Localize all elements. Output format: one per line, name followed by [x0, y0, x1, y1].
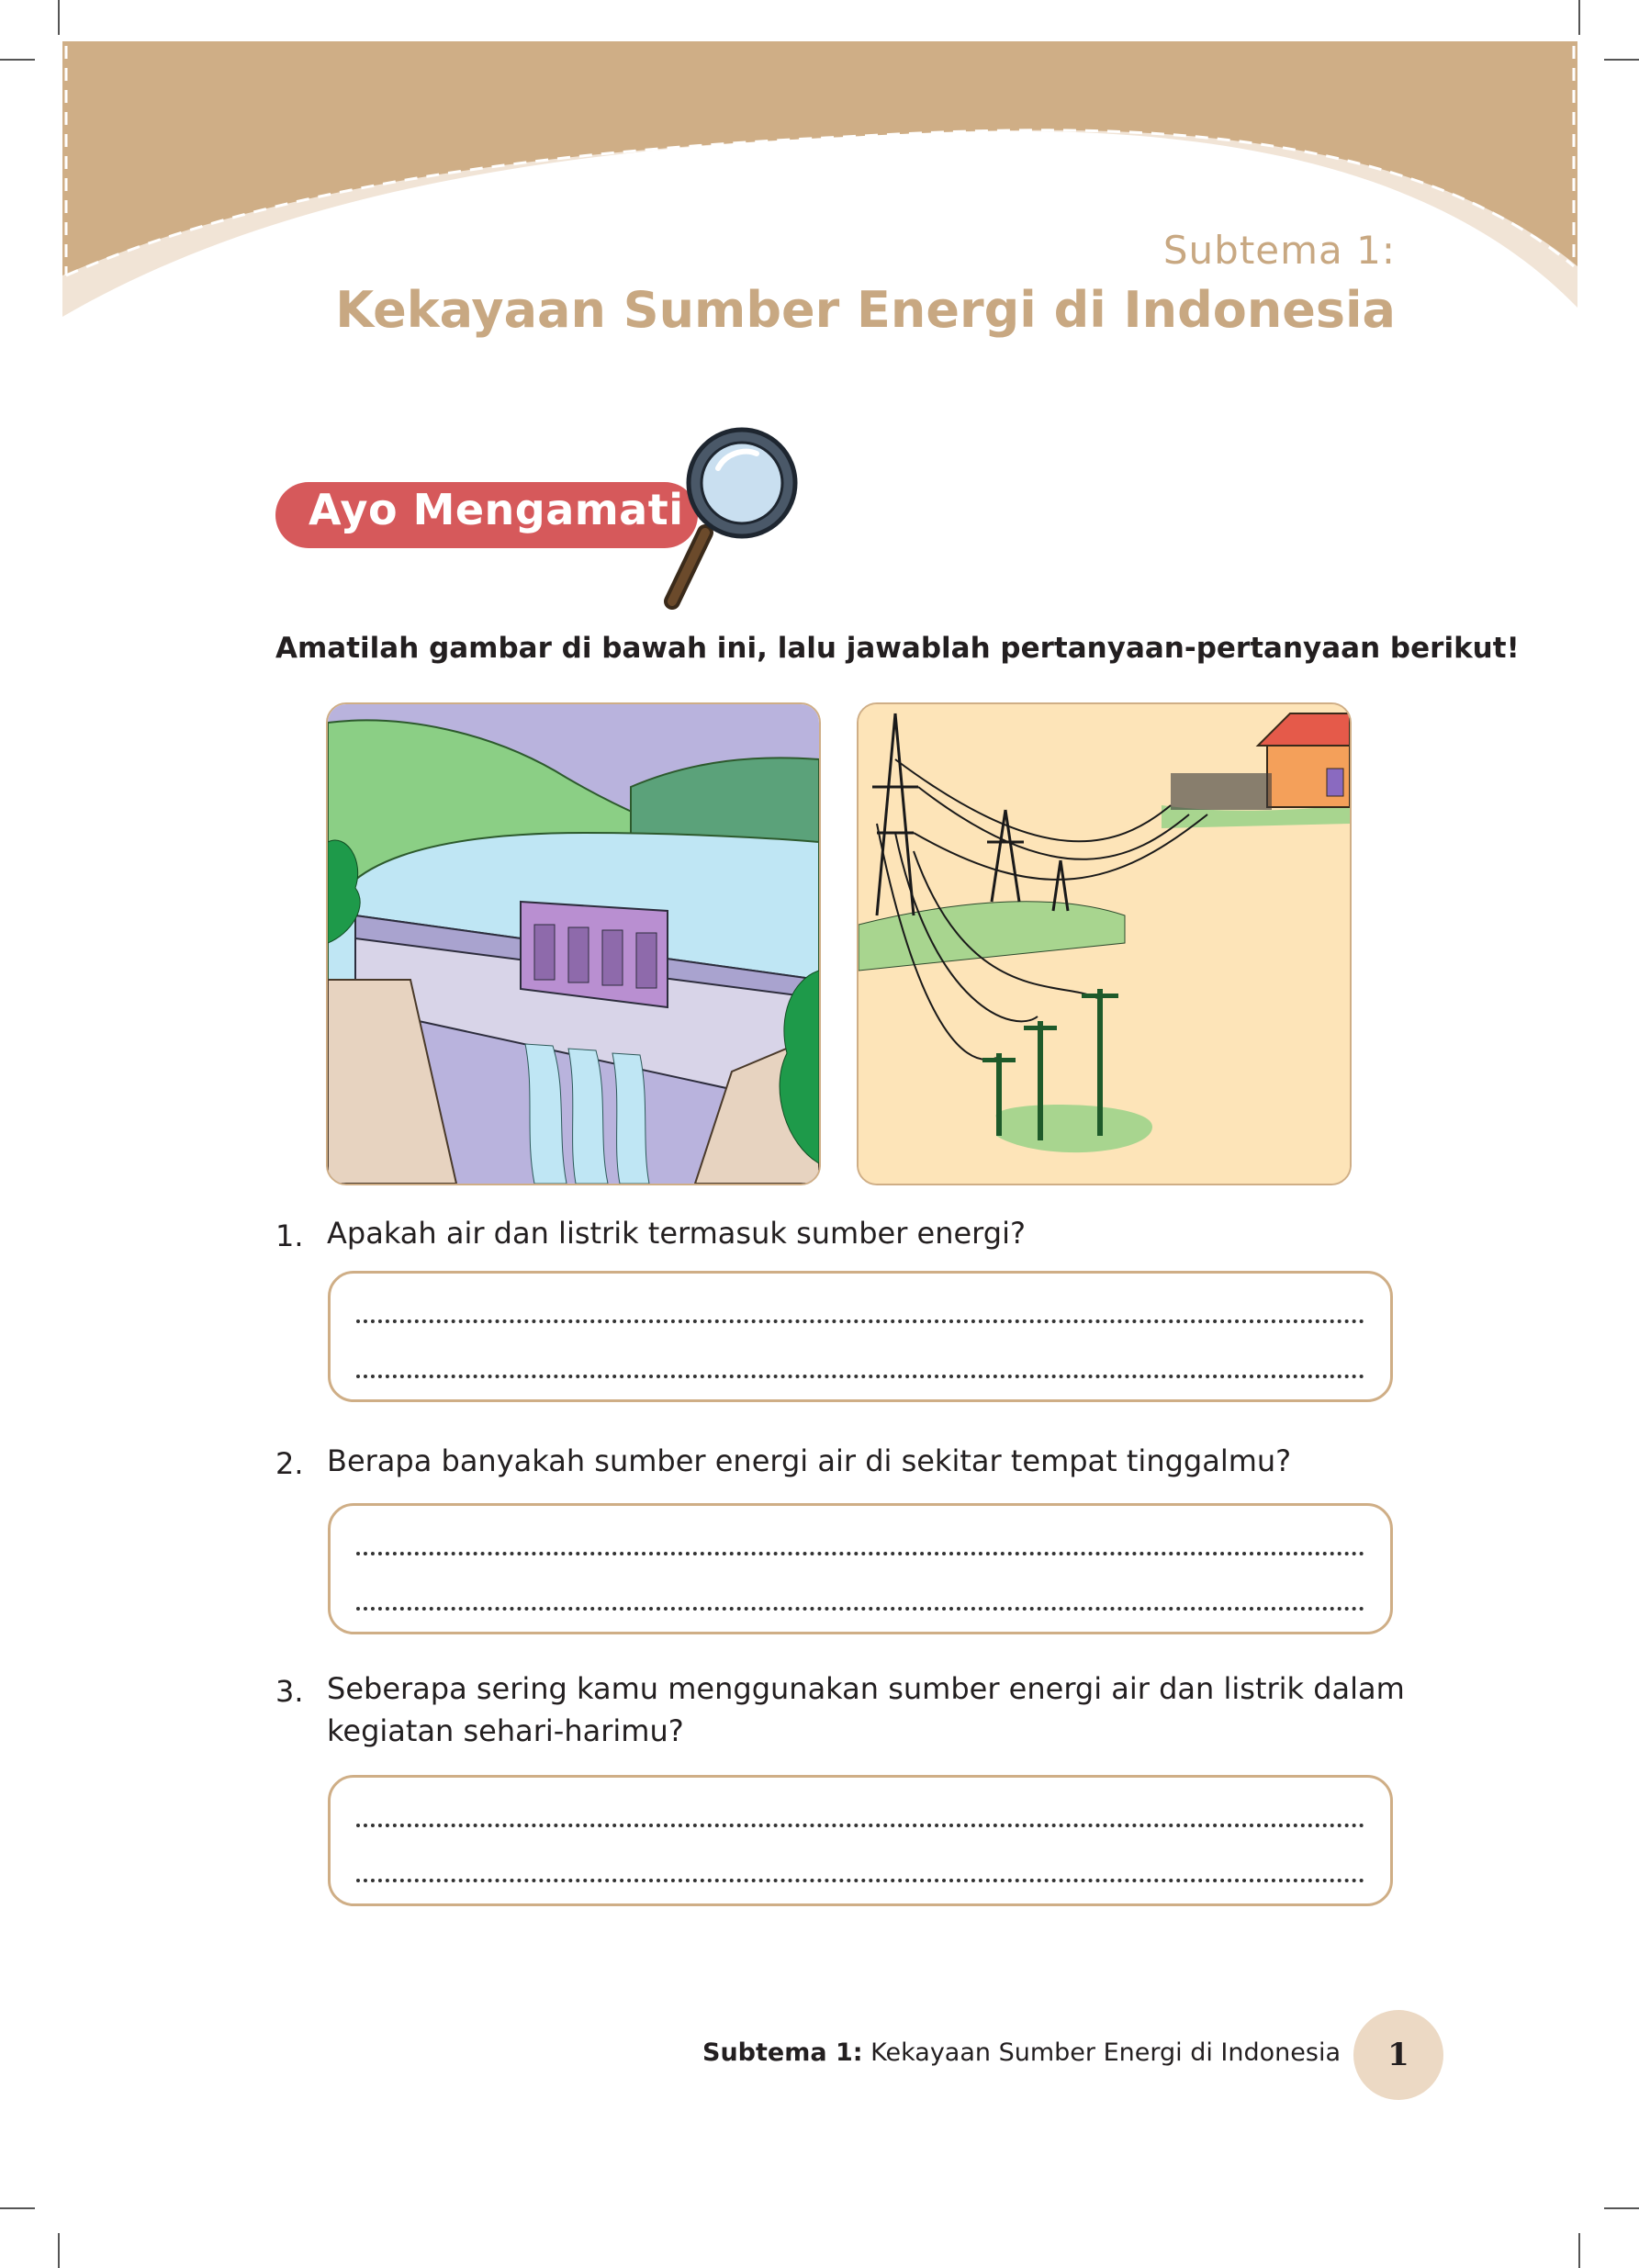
magnifying-glass-icon — [664, 427, 798, 610]
question-text-line: Seberapa sering kamu menggunakan sumber … — [327, 1671, 1405, 1706]
answer-line — [356, 1375, 1364, 1378]
answer-line — [356, 1319, 1364, 1323]
question-number: 2. — [275, 1446, 304, 1481]
dam-illustration — [326, 702, 821, 1185]
answer-line — [356, 1607, 1364, 1611]
crop-mark — [1604, 2207, 1639, 2209]
footer-subtheme: Subtema 1: — [702, 2038, 863, 2067]
section-label: Ayo Mengamati — [309, 485, 684, 534]
footer-title: Kekayaan Sumber Energi di Indonesia — [862, 2038, 1341, 2067]
question-number: 3. — [275, 1674, 304, 1709]
crop-mark — [58, 2233, 60, 2268]
page-title: Kekayaan Sumber Energi di Indonesia — [335, 281, 1396, 339]
instruction-text: Amatilah gambar di bawah ini, lalu jawab… — [275, 632, 1520, 665]
page-number: 1 — [1387, 2037, 1409, 2073]
answer-line — [356, 1552, 1364, 1555]
question-text: Berapa banyakah sumber energi air di sek… — [327, 1443, 1292, 1478]
footer-label: Subtema 1: Kekayaan Sumber Energi di Ind… — [702, 2038, 1341, 2067]
crop-mark — [1578, 2233, 1580, 2268]
subtheme-label: Subtema 1: — [1162, 228, 1396, 273]
answer-line — [356, 1879, 1364, 1882]
answer-box-3[interactable] — [328, 1775, 1393, 1906]
question-text: Apakah air dan listrik termasuk sumber e… — [327, 1216, 1026, 1251]
question-text-line: kegiatan sehari-harimu? — [327, 1713, 684, 1748]
answer-box-1[interactable] — [328, 1271, 1393, 1402]
power-lines-illustration — [857, 702, 1352, 1185]
answer-box-2[interactable] — [328, 1503, 1393, 1634]
answer-line — [356, 1824, 1364, 1827]
crop-mark — [0, 2207, 35, 2209]
question-number: 1. — [275, 1218, 304, 1253]
